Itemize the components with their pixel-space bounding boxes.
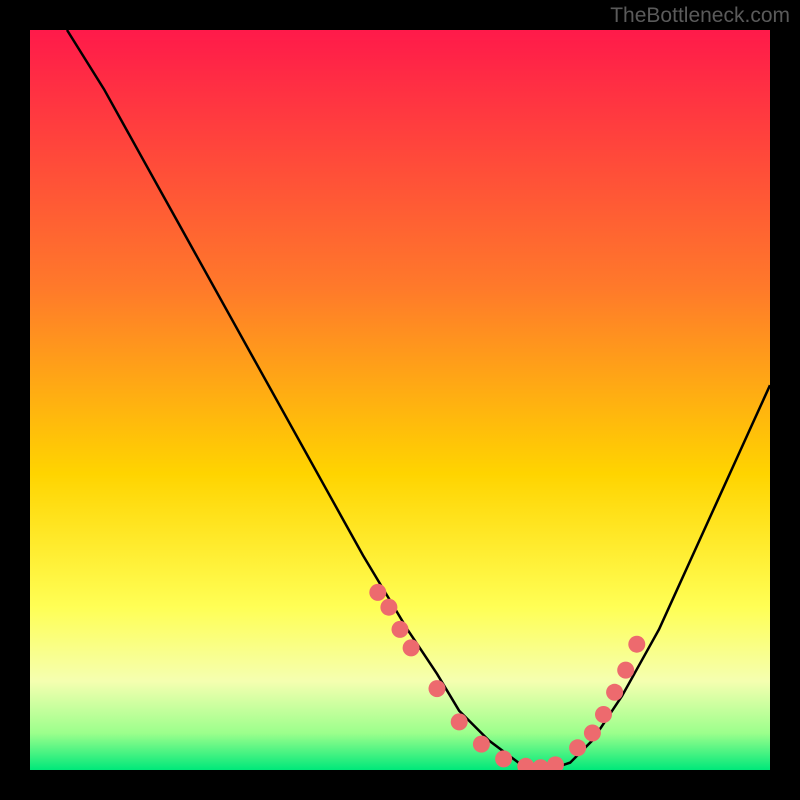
data-marker <box>595 706 612 723</box>
data-marker <box>451 713 468 730</box>
data-marker <box>473 736 490 753</box>
chart-container: TheBottleneck.com <box>0 0 800 800</box>
data-marker <box>369 584 386 601</box>
plot-area <box>30 30 770 770</box>
gradient-background <box>30 30 770 770</box>
data-marker <box>606 684 623 701</box>
watermark-text: TheBottleneck.com <box>610 4 790 28</box>
data-marker <box>403 639 420 656</box>
data-marker <box>617 662 634 679</box>
data-marker <box>429 680 446 697</box>
chart-svg <box>30 30 770 770</box>
data-marker <box>584 725 601 742</box>
data-marker <box>569 739 586 756</box>
data-marker <box>628 636 645 653</box>
data-marker <box>392 621 409 638</box>
data-marker <box>380 599 397 616</box>
data-marker <box>495 750 512 767</box>
